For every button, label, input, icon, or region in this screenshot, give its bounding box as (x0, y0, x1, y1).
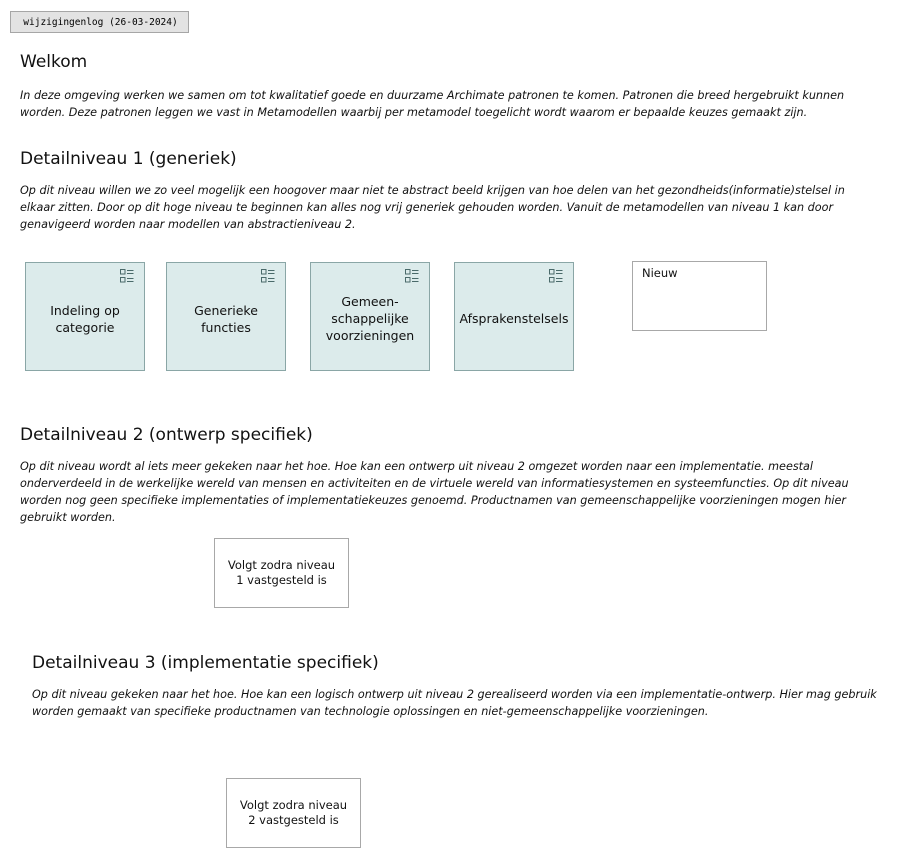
level1-text: Op dit niveau willen we zo veel mogelijk… (20, 184, 845, 231)
view-label: Afsprakenstelsels (459, 311, 569, 326)
view-reference-icon (405, 269, 419, 283)
level3-heading: Detailniveau 3 (implementatie specifiek) (32, 653, 379, 673)
level2-text: Op dit niveau wordt al iets meer gekeken… (20, 460, 849, 524)
view-generieke-functies[interactable]: Generieke functies (166, 262, 286, 371)
note-text: Volgt zodra niveau 2 vastgesteld is (239, 798, 348, 827)
changelog-button[interactable]: wijzigingenlog (26-03-2024) (10, 11, 189, 33)
welcome-text: In deze omgeving werken we samen om tot … (20, 89, 845, 119)
view-reference-icon (120, 269, 134, 283)
view-gemeenschappelijke-voorzieningen[interactable]: Gemeen-schappelijke voorzieningen (310, 262, 430, 371)
level3-text: Op dit niveau gekeken naar het hoe. Hoe … (32, 688, 877, 718)
welcome-heading: Welkom (20, 52, 88, 72)
view-reference-icon (261, 269, 275, 283)
level2-heading: Detailniveau 2 (ontwerp specifiek) (20, 425, 313, 445)
note-nieuw[interactable]: Nieuw (632, 261, 767, 331)
note-level2-pending[interactable]: Volgt zodra niveau 1 vastgesteld is (214, 538, 349, 608)
view-label: Generieke functies (194, 302, 258, 335)
level1-heading: Detailniveau 1 (generiek) (20, 149, 237, 169)
note-text: Nieuw (642, 266, 678, 280)
note-text: Volgt zodra niveau 1 vastgesteld is (227, 558, 336, 587)
view-label: Indeling op categorie (50, 302, 120, 335)
view-indeling-op-categorie[interactable]: Indeling op categorie (25, 262, 145, 371)
view-afsprakenstelsels[interactable]: Afsprakenstelsels (454, 262, 574, 371)
view-label: Gemeen-schappelijke voorzieningen (325, 294, 415, 343)
note-level3-pending[interactable]: Volgt zodra niveau 2 vastgesteld is (226, 778, 361, 848)
view-reference-icon (549, 269, 563, 283)
